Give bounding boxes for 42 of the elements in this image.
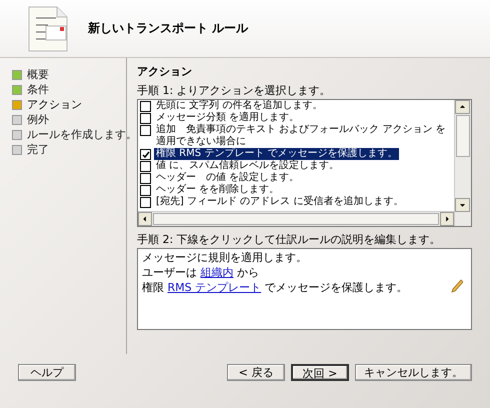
list-item[interactable]: メッセージ分類 を適用します。 (154, 112, 302, 124)
list-item[interactable]: 追加 免責事項のテキスト およびフォールバック アクション を適用できない場合に (154, 124, 452, 148)
wizard-button[interactable]: 次回 > (291, 364, 349, 381)
checkbox[interactable] (140, 113, 151, 124)
wizard-button[interactable]: < 戻る (227, 364, 285, 381)
checkbox[interactable] (140, 161, 151, 172)
wizard-step[interactable]: 概要 (27, 67, 49, 82)
list-item[interactable]: ヘッダー をを削除します。 (154, 184, 282, 196)
description-link[interactable]: 組織内 (200, 266, 234, 279)
scroll-left-icon[interactable] (138, 212, 152, 226)
wizard-step[interactable]: ルールを作成します。 (27, 127, 137, 142)
horizontal-scrollbar[interactable] (138, 211, 454, 226)
description-line: ユーザーは 組織内 から (142, 265, 259, 280)
scroll-right-icon[interactable] (440, 212, 454, 226)
wizard-button[interactable]: キャンセルします。 (355, 364, 472, 381)
section-heading: アクション (137, 64, 193, 79)
step-label: 手順 1: よりアクションを選択します。 (137, 83, 332, 98)
wizard-step[interactable]: 完了 (27, 142, 49, 157)
list-item[interactable]: [宛先] フィールド のアドレス に受信者を追加します。 (154, 196, 406, 208)
description-line: メッセージに規則を適用します。 (142, 250, 307, 265)
step-label: 手順 2: 下線をクリックして仕訳ルールの説明を編集します。 (137, 232, 442, 247)
scroll-down-icon[interactable] (455, 198, 470, 212)
wizard-step[interactable]: アクション (27, 97, 82, 112)
checkbox[interactable] (140, 173, 151, 184)
scroll-up-icon[interactable] (455, 100, 470, 114)
wizard-step[interactable]: 例外 (27, 112, 49, 127)
checkbox[interactable] (140, 125, 151, 136)
wizard-button[interactable]: ヘルプ (18, 364, 76, 381)
pencil-icon[interactable] (451, 279, 463, 293)
checkbox[interactable] (140, 185, 151, 196)
description-line: 権限 RMS テンプレート でメッセージを保護します。 (142, 280, 408, 295)
vertical-scrollbar[interactable] (454, 100, 471, 226)
checkbox[interactable] (140, 197, 151, 208)
checkbox[interactable] (140, 149, 151, 160)
list-item[interactable]: 値 に、スパム信頼レベルを設定します。 (154, 160, 342, 172)
description-link[interactable]: RMS テンプレート (168, 281, 262, 294)
wizard-step[interactable]: 条件 (27, 82, 49, 97)
document-icon (28, 6, 68, 52)
list-item[interactable]: ヘッダー の値 を設定します。 (154, 172, 302, 184)
window-title: 新しいトランスポート ルール (88, 20, 248, 37)
checkbox[interactable] (140, 101, 151, 112)
list-item[interactable]: 権限 RMS テンプレート でメッセージを保護します。 (154, 148, 400, 160)
